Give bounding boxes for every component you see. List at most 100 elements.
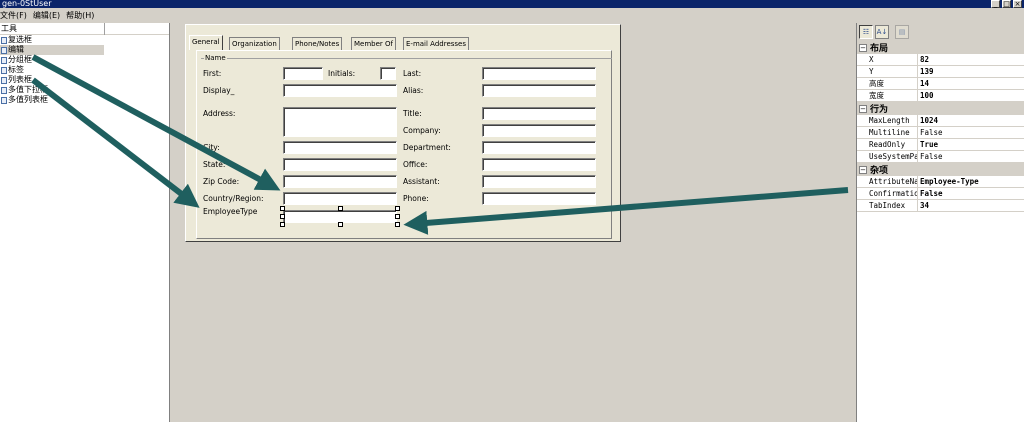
label-alias: Alias:	[403, 86, 424, 95]
phone-field[interactable]	[482, 192, 596, 205]
property-row[interactable]: ReadOnly True	[857, 139, 1024, 151]
toolbox-header: 工具	[0, 23, 169, 35]
property-name: MaxLength	[857, 115, 918, 126]
resize-handle[interactable]	[338, 206, 343, 211]
city-field[interactable]	[283, 141, 397, 154]
maximize-icon[interactable]: □	[1002, 0, 1011, 8]
initials-field[interactable]	[380, 67, 396, 80]
state-field[interactable]	[283, 158, 397, 171]
label-last: Last:	[403, 69, 422, 78]
property-row[interactable]: 宽度 100	[857, 90, 1024, 102]
display-name-field[interactable]	[283, 84, 397, 97]
property-value[interactable]: 1024	[918, 115, 1024, 126]
property-row[interactable]: AttributeNameEmployee-Type	[857, 176, 1024, 188]
property-row[interactable]: X 82	[857, 54, 1024, 66]
toolbox-item-groupbox[interactable]: 分组框	[0, 55, 104, 65]
label-office: Office:	[403, 160, 428, 169]
property-name: ReadOnly	[857, 139, 918, 150]
tab-phone-notes[interactable]: Phone/Notes	[292, 37, 343, 50]
collapse-icon[interactable]: −	[859, 104, 867, 113]
category-label: 行为	[870, 105, 889, 115]
property-value[interactable]: 100	[918, 90, 1024, 101]
sort-alpha-icon[interactable]: A↓	[875, 25, 889, 39]
toolbox-item-label[interactable]: 标签	[0, 65, 104, 75]
form-designer-panel: General Organization Phone/Notes Member …	[185, 24, 621, 242]
property-row[interactable]: UseSystemPassFalse	[857, 151, 1024, 163]
toolbox-item-checkbox[interactable]: 复选框	[0, 35, 104, 45]
tab-email-addresses[interactable]: E-mail Addresses	[403, 37, 470, 50]
minimize-icon[interactable]: _	[991, 0, 1000, 8]
label-first: First:	[203, 69, 222, 78]
alias-field[interactable]	[482, 84, 596, 97]
tab-organization[interactable]: Organization	[229, 37, 280, 50]
category-behavior[interactable]: − 行为	[857, 102, 1024, 115]
property-row[interactable]: TabIndex 34	[857, 200, 1024, 212]
property-pages-icon[interactable]: ▤	[895, 25, 909, 39]
address-field[interactable]	[283, 107, 397, 137]
property-value[interactable]: True	[918, 139, 1024, 150]
tab-general[interactable]: General	[189, 35, 223, 50]
label-display: Display_	[203, 86, 235, 95]
property-row[interactable]: ConfirmationFFalse	[857, 188, 1024, 200]
menu-file[interactable]: 文件(F)	[0, 10, 33, 21]
property-row[interactable]: Multiline False	[857, 127, 1024, 139]
menu-edit[interactable]: 编辑(E)	[33, 10, 66, 21]
window-title-bar: gen-0StUser _ □ ×	[0, 0, 1024, 8]
property-row[interactable]: 高度 14	[857, 78, 1024, 90]
property-value[interactable]: Employee-Type	[918, 176, 1024, 187]
property-value[interactable]: False	[918, 127, 1024, 138]
last-name-field[interactable]	[482, 67, 596, 80]
label-city: City:	[203, 143, 220, 152]
category-layout[interactable]: − 布局	[857, 41, 1024, 54]
assistant-field[interactable]	[482, 175, 596, 188]
resize-handle[interactable]	[395, 222, 400, 227]
resize-handle[interactable]	[280, 222, 285, 227]
property-row[interactable]: Y 139	[857, 66, 1024, 78]
toolbox-item-multi-listbox[interactable]: 多值列表框	[0, 95, 104, 105]
toolbox-item-multi-dropdown[interactable]: 多值下拉框	[0, 85, 104, 95]
categorized-icon[interactable]: ☷	[859, 25, 873, 39]
toolbox-item-label: 复选框	[8, 35, 32, 44]
property-value[interactable]: False	[918, 188, 1024, 199]
zip-field[interactable]	[283, 175, 397, 188]
country-field[interactable]	[283, 192, 397, 205]
category-misc[interactable]: − 杂项	[857, 163, 1024, 176]
label-address: Address:	[203, 109, 236, 118]
first-name-field[interactable]	[283, 67, 323, 80]
office-field[interactable]	[482, 158, 596, 171]
resize-handle[interactable]	[280, 214, 285, 219]
column-divider[interactable]	[104, 23, 105, 35]
toolbox-item-listbox[interactable]: 列表框	[0, 75, 104, 85]
property-value[interactable]: 82	[918, 54, 1024, 65]
label-state: State:	[203, 160, 226, 169]
resize-handle[interactable]	[338, 222, 343, 227]
resize-handle[interactable]	[395, 206, 400, 211]
property-value[interactable]: 34	[918, 200, 1024, 211]
title-field[interactable]	[482, 107, 596, 120]
company-field[interactable]	[482, 124, 596, 137]
collapse-icon[interactable]: −	[859, 43, 867, 52]
toolbox-item-edit[interactable]: 编辑	[0, 45, 104, 55]
property-name: 宽度	[857, 90, 918, 101]
property-value[interactable]: 139	[918, 66, 1024, 77]
dropdown-icon	[1, 86, 7, 94]
menu-help[interactable]: 帮助(H)	[66, 10, 100, 21]
label-initials: Initials:	[328, 69, 356, 78]
group-box-title: Name	[204, 54, 227, 62]
property-grid: ☷ A↓ ▤ − 布局 X 82 Y 139 高度 14 宽度 100 − 行为 MaxLe…	[856, 23, 1024, 422]
property-value[interactable]: False	[918, 151, 1024, 162]
property-value[interactable]: 14	[918, 78, 1024, 89]
tab-member-of[interactable]: Member Of	[351, 37, 396, 50]
listbox-icon	[1, 96, 7, 104]
toolbox-panel: 工具 复选框 编辑 分组框 标签 列表框 多值下拉框 多值列表框	[0, 23, 170, 422]
toolbox-item-label: 分组框	[8, 55, 32, 64]
collapse-icon[interactable]: −	[859, 165, 867, 174]
property-row[interactable]: MaxLength 1024	[857, 115, 1024, 127]
property-toolbar: ☷ A↓ ▤	[857, 23, 1024, 41]
close-icon[interactable]: ×	[1013, 0, 1022, 8]
label-company: Company:	[403, 126, 441, 135]
property-name: Multiline	[857, 127, 918, 138]
resize-handle[interactable]	[280, 206, 285, 211]
department-field[interactable]	[482, 141, 596, 154]
resize-handle[interactable]	[395, 214, 400, 219]
